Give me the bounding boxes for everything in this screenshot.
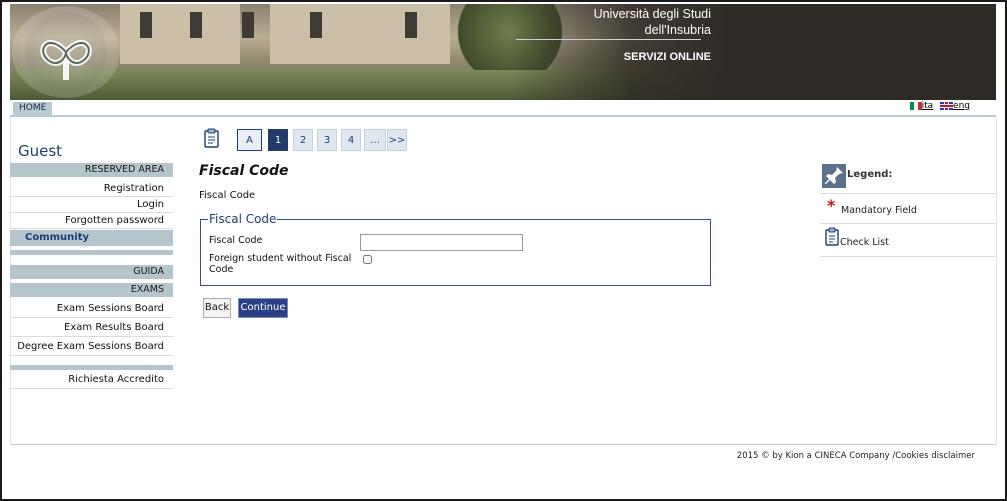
lang-it-link[interactable]: ita xyxy=(922,101,934,111)
sidebar-item-exam-sessions-board[interactable]: Exam Sessions Board xyxy=(10,300,173,318)
legend-checklist-label: Check List xyxy=(840,237,889,248)
pager-page-1[interactable]: 1 xyxy=(268,129,288,151)
foreign-student-checkbox[interactable] xyxy=(363,255,372,264)
legend-mandatory-label: Mandatory Field xyxy=(841,205,917,216)
right-border xyxy=(996,117,997,444)
legend-item-checklist: Check List xyxy=(820,224,996,257)
guest-heading: Guest xyxy=(18,142,63,160)
legend-title: Legend: xyxy=(847,169,893,180)
checklist-icon[interactable] xyxy=(203,128,221,151)
footer-text[interactable]: 2015 © by Kion a CINECA Company /Cookies… xyxy=(737,451,975,461)
sidebar-item-degree-exam-sessions-board[interactable]: Degree Exam Sessions Board xyxy=(10,338,173,356)
fiscal-code-label: Fiscal Code xyxy=(209,235,263,246)
back-button[interactable]: Back xyxy=(203,298,231,318)
lang-en-link[interactable]: eng xyxy=(953,101,970,111)
page-title: Fiscal Code xyxy=(199,163,289,179)
sidebar-item-richiesta-accredito[interactable]: Richiesta Accredito xyxy=(10,371,173,389)
footer-divider xyxy=(10,444,996,445)
pager-page-2[interactable]: 2 xyxy=(293,129,313,151)
header-banner xyxy=(10,4,996,100)
seal-icon xyxy=(40,40,92,80)
italian-flag-icon[interactable] xyxy=(909,101,922,110)
english-flag-icon[interactable] xyxy=(940,101,954,110)
pager-page-3[interactable]: 3 xyxy=(317,129,337,151)
sidebar-divider xyxy=(10,250,173,255)
pushpin-icon xyxy=(822,164,846,188)
university-seal-logo[interactable] xyxy=(12,6,120,98)
sidebar-item-exam-results-board[interactable]: Exam Results Board xyxy=(10,319,173,337)
fiscal-code-input[interactable] xyxy=(360,234,523,251)
reserved-area-header: RESERVED AREA xyxy=(10,163,173,177)
pager-page-4[interactable]: 4 xyxy=(341,129,361,151)
top-navbar: HOME ita eng xyxy=(10,101,996,117)
sidebar-divider-2 xyxy=(10,365,173,370)
pager-next[interactable]: >> xyxy=(387,129,407,151)
asterisk-icon: * xyxy=(827,196,836,215)
pager-a[interactable]: A xyxy=(237,129,262,151)
header-divider xyxy=(516,39,701,40)
sidebar-item-login[interactable]: Login xyxy=(10,197,173,213)
sidebar-item-forgotten-password[interactable]: Forgotten password xyxy=(10,213,173,229)
continue-button[interactable]: Continue xyxy=(238,298,288,318)
fieldset-legend: Fiscal Code xyxy=(209,212,277,226)
pager-ellipsis[interactable]: … xyxy=(364,129,386,151)
university-name-line1: Università degli Studi xyxy=(593,7,711,21)
page-subtitle: Fiscal Code xyxy=(199,190,256,201)
sidebar-item-registration[interactable]: Registration xyxy=(10,181,173,197)
services-title: SERVIZI ONLINE xyxy=(623,51,711,63)
legend-item-mandatory: Mandatory Field xyxy=(820,194,996,224)
university-name-line2: dell'Insubria xyxy=(644,23,711,37)
sidebar-item-community[interactable]: Community xyxy=(10,230,173,246)
sidebar-item-guida[interactable]: GUIDA xyxy=(10,265,173,279)
home-link[interactable]: HOME xyxy=(13,102,53,115)
foreign-student-label: Foreign student without Fiscal Code xyxy=(209,253,352,275)
checklist-legend-icon xyxy=(824,227,841,250)
language-switcher: ita eng xyxy=(906,101,970,111)
exams-header: EXAMS xyxy=(10,283,173,297)
university-name: Università degli Studi dell'Insubria xyxy=(594,6,711,38)
